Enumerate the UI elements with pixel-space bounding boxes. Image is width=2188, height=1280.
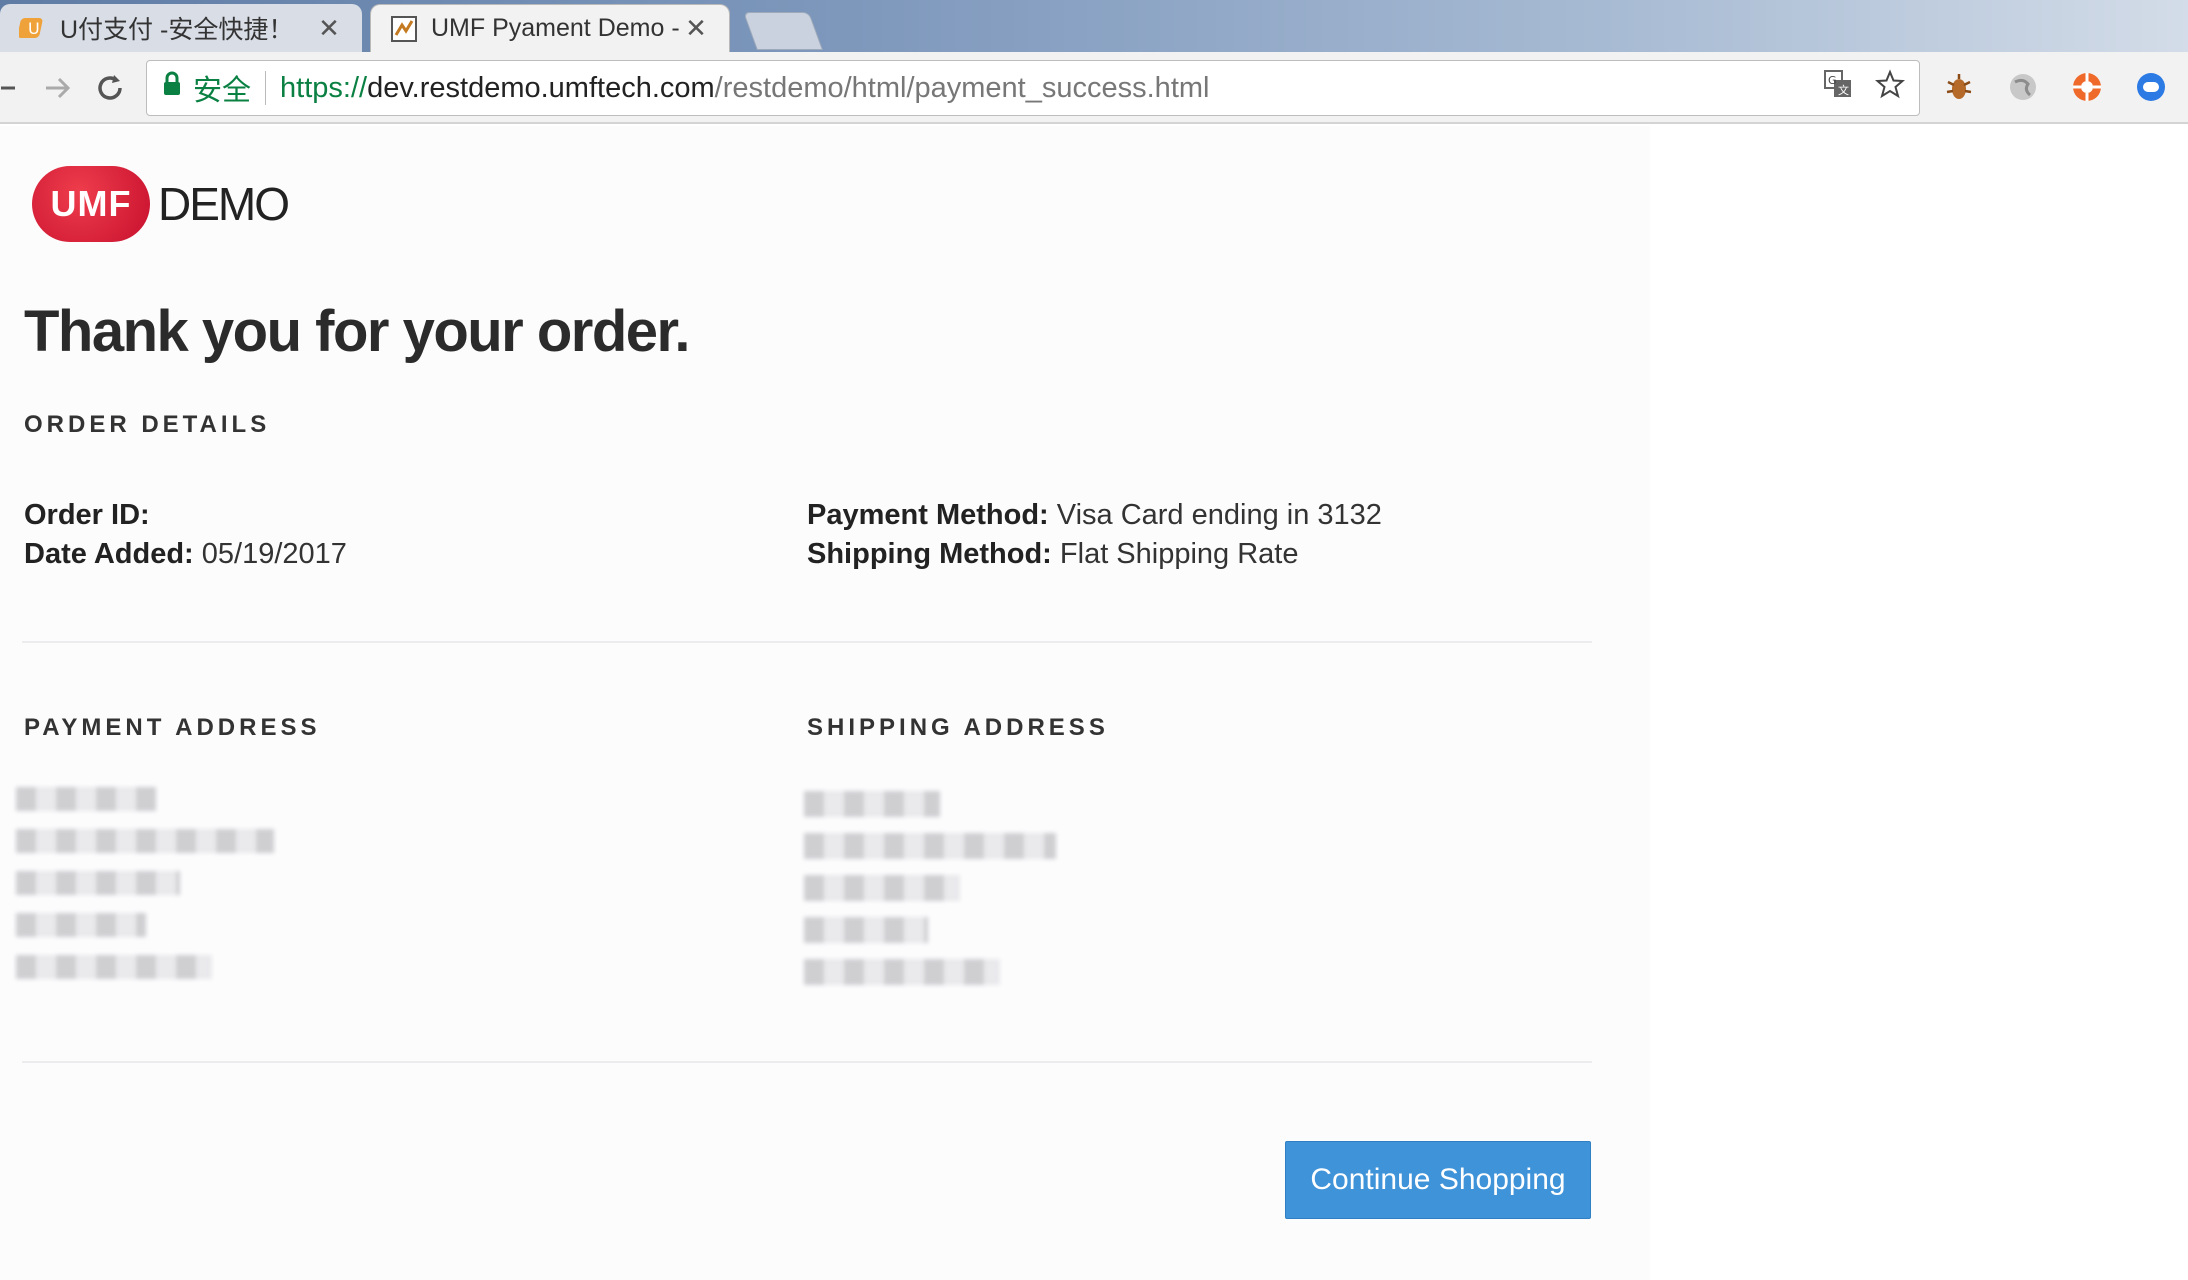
- svg-text:文: 文: [1838, 83, 1849, 97]
- u-pay-favicon-icon: U: [18, 13, 48, 43]
- close-tab-icon[interactable]: ✕: [681, 13, 711, 44]
- date-added-row: Date Added: 05/19/2017: [24, 538, 347, 571]
- browser-tabstrip: U U付支付 -安全快捷！ ✕ UMF Pyament Demo - ✕: [0, 0, 2188, 52]
- shipping-method-label: Shipping Method:: [807, 538, 1052, 570]
- reload-icon[interactable]: [88, 66, 132, 110]
- shipping-address-heading: SHIPPING ADDRESS: [807, 714, 1109, 741]
- address-bar[interactable]: 安全 https://dev.restdemo.umftech.com/rest…: [146, 60, 1920, 116]
- bookmark-star-icon[interactable]: [1874, 69, 1906, 107]
- globe-extension-icon[interactable]: [2004, 68, 2042, 106]
- logo-text: DEMO: [158, 178, 290, 230]
- date-added-value: 05/19/2017: [201, 538, 347, 570]
- umf-favicon-icon: [389, 14, 419, 44]
- orange-extension-icon[interactable]: [2068, 68, 2106, 106]
- order-id-row: Order ID:: [24, 499, 150, 532]
- tab-umf-demo[interactable]: UMF Pyament Demo - ✕: [370, 4, 730, 52]
- shipping-method-row: Shipping Method: Flat Shipping Rate: [807, 538, 1299, 571]
- payment-method-value: Visa Card ending in 3132: [1056, 499, 1382, 531]
- url-scheme: https://: [280, 71, 368, 104]
- secure-label: 安全: [193, 75, 252, 107]
- page-title: Thank you for your order.: [24, 299, 691, 364]
- continue-shopping-button[interactable]: Continue Shopping: [1285, 1141, 1591, 1219]
- order-id-label: Order ID:: [24, 499, 150, 531]
- new-tab-button[interactable]: [743, 12, 823, 50]
- back-arrow-icon[interactable]: [0, 66, 18, 110]
- url-host: dev.restdemo.umftech.com: [367, 71, 715, 104]
- tab-title: U付支付 -安全快捷！: [60, 16, 294, 44]
- translate-icon[interactable]: G文: [1823, 69, 1853, 107]
- date-added-label: Date Added:: [24, 538, 194, 570]
- blue-extension-icon[interactable]: [2132, 68, 2170, 106]
- payment-address-heading: PAYMENT ADDRESS: [24, 714, 321, 741]
- payment-address-redacted: [14, 781, 314, 991]
- browser-toolbar: 安全 https://dev.restdemo.umftech.com/rest…: [0, 52, 2188, 124]
- payment-method-label: Payment Method:: [807, 499, 1049, 531]
- close-tab-icon[interactable]: ✕: [314, 13, 344, 44]
- url-text[interactable]: https://dev.restdemo.umftech.com/restdem…: [280, 72, 1209, 105]
- umf-demo-logo[interactable]: UMF DEMO: [32, 166, 290, 242]
- divider: [22, 1061, 1592, 1063]
- svg-text:U: U: [28, 19, 40, 38]
- omnibox-separator: [265, 71, 267, 105]
- payment-method-row: Payment Method: Visa Card ending in 3132: [807, 499, 1382, 532]
- url-path: /restdemo/html/payment_success.html: [714, 71, 1210, 104]
- page-content: UMF DEMO Thank you for your order. ORDER…: [0, 126, 2188, 1280]
- order-details-heading: ORDER DETAILS: [24, 411, 271, 438]
- shipping-address-redacted: [800, 781, 1160, 1001]
- order-confirmation-panel: UMF DEMO Thank you for your order. ORDER…: [0, 126, 1650, 1280]
- svg-text:G: G: [1828, 74, 1837, 87]
- divider: [22, 641, 1592, 643]
- bug-extension-icon[interactable]: [1940, 68, 1978, 106]
- forward-arrow-icon[interactable]: [36, 66, 80, 110]
- tab-u-pay[interactable]: U U付支付 -安全快捷！ ✕: [0, 4, 362, 52]
- lock-icon: [161, 71, 183, 105]
- tab-title: UMF Pyament Demo -: [431, 14, 680, 42]
- logo-badge: UMF: [32, 166, 150, 242]
- shipping-method-value: Flat Shipping Rate: [1059, 538, 1299, 570]
